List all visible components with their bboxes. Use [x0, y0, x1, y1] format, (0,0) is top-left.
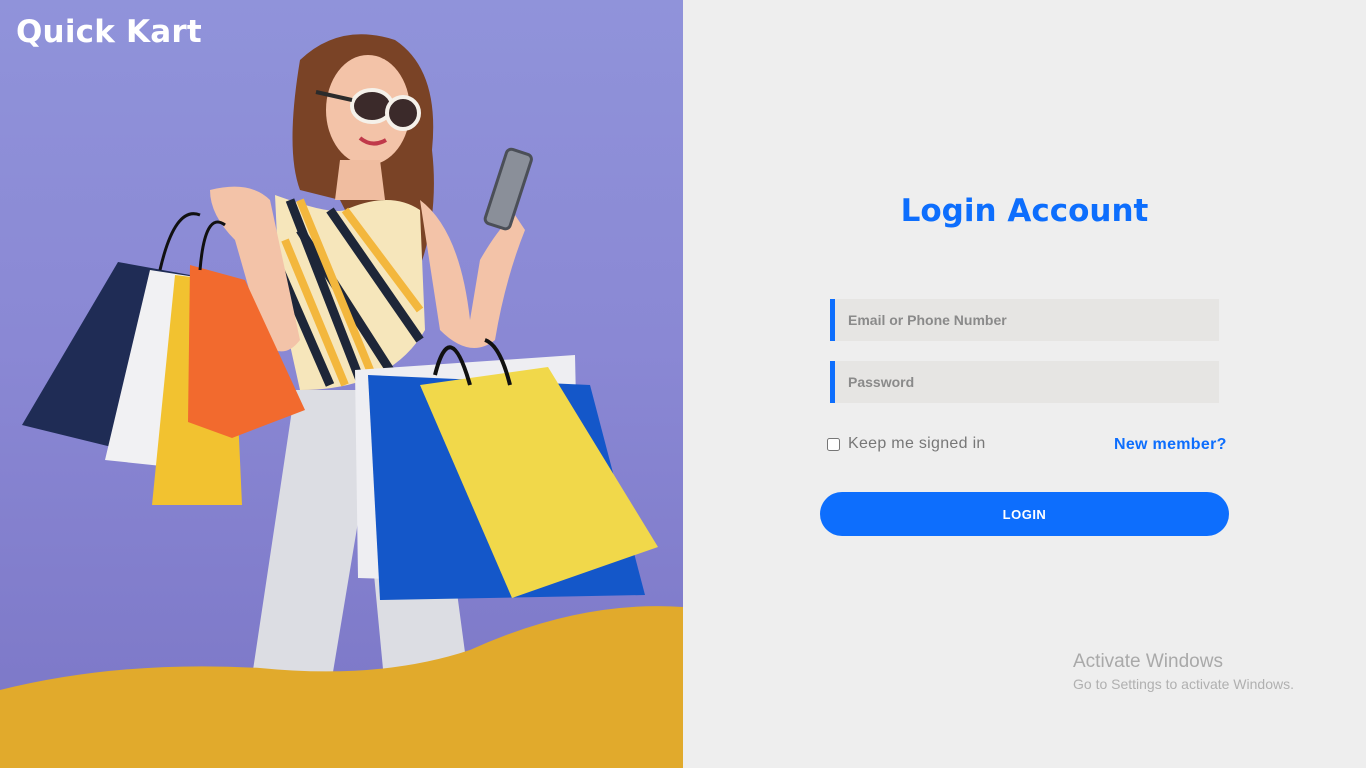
- password-input[interactable]: [835, 361, 1219, 403]
- login-button[interactable]: LOGIN: [820, 492, 1229, 536]
- new-member-link[interactable]: New member?: [1114, 436, 1227, 454]
- activate-windows-subtitle: Go to Settings to activate Windows.: [1073, 676, 1294, 692]
- email-input[interactable]: [835, 299, 1219, 341]
- neck-shape: [335, 160, 385, 200]
- keep-signed-in-checkbox[interactable]: [827, 437, 840, 451]
- login-title: Login Account: [900, 193, 1149, 229]
- password-field[interactable]: [830, 361, 1219, 403]
- brand-logo[interactable]: Quick Kart: [16, 14, 202, 50]
- login-panel: Login Account Keep me signed in New memb…: [683, 0, 1366, 768]
- wave-shape: [0, 606, 683, 768]
- phone-shape: [483, 147, 533, 231]
- email-field[interactable]: [830, 299, 1219, 341]
- hero-panel: Quick Kart: [0, 0, 683, 768]
- hero-illustration: [0, 34, 683, 768]
- keep-signed-in-label: Keep me signed in: [848, 435, 986, 452]
- keep-signed-in-option[interactable]: Keep me signed in: [827, 435, 986, 453]
- activate-windows-title: Activate Windows: [1073, 651, 1223, 672]
